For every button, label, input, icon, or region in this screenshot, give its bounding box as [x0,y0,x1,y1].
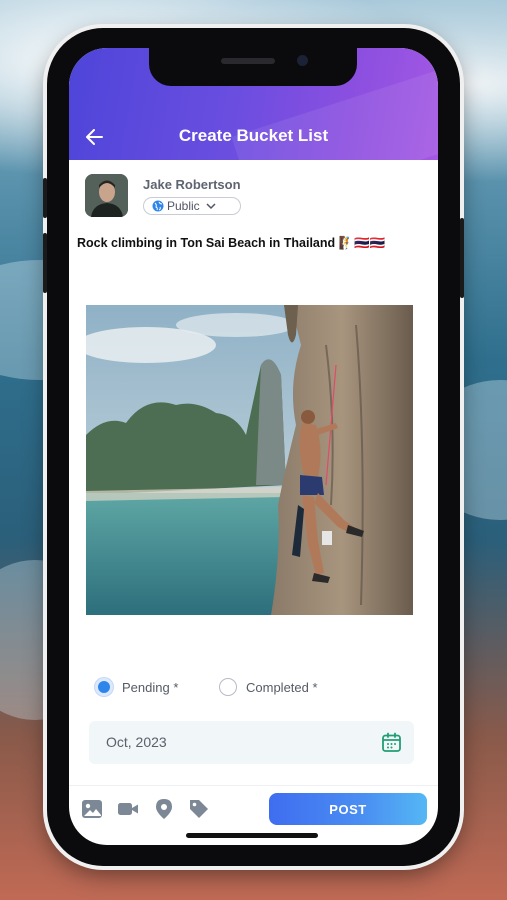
radio-button-selected[interactable] [95,678,113,696]
user-name: Jake Robertson [143,177,241,192]
phone-side-button [460,218,464,298]
globe-icon [152,200,164,212]
app-screen: Create Bucket List Jake Robertson Public… [69,48,438,845]
post-caption-text: Rock climbing in Ton Sai Beach in Thaila… [77,236,336,250]
status-option-pending[interactable]: Pending * [95,676,178,698]
post-toolbar: POST [69,785,438,836]
location-pin-icon[interactable] [153,798,175,820]
phone-side-button [43,178,47,218]
date-picker-field[interactable]: Oct, 2023 [89,721,414,764]
post-caption-emojis: 🧗🇹🇭🇹🇭 [338,235,386,250]
chevron-down-icon [206,203,216,210]
calendar-icon[interactable] [381,732,402,753]
status-option-label: Pending * [122,679,179,695]
privacy-label: Public [167,199,200,213]
status-option-completed[interactable]: Completed * [219,676,318,698]
status-option-label: Completed * [246,679,318,695]
video-icon[interactable] [117,798,139,820]
phone-side-button [43,233,47,293]
post-caption: Rock climbing in Ton Sai Beach in Thaila… [77,235,432,251]
home-indicator [186,833,318,838]
radio-button-unselected[interactable] [219,678,237,696]
date-value: Oct, 2023 [106,734,167,750]
image-icon[interactable] [81,798,103,820]
tag-icon[interactable] [188,798,210,820]
privacy-selector[interactable]: Public [143,197,241,215]
phone-frame: Create Bucket List Jake Robertson Public… [43,28,464,866]
post-photo [86,305,413,615]
notch-camera [297,55,308,66]
notch-speaker [221,58,275,64]
phone-notch [149,48,357,86]
post-button[interactable]: POST [269,793,427,825]
page-title: Create Bucket List [178,126,329,145]
avatar[interactable] [85,174,128,217]
